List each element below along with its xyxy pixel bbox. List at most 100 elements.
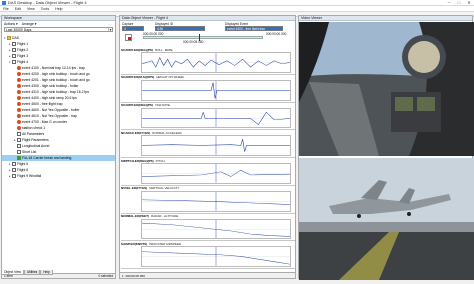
tree-item-label: All Parameters xyxy=(22,132,45,136)
chevron-down-icon[interactable]: ▾ xyxy=(108,28,112,32)
tree-item[interactable]: ▸ Flight 9 Windfall xyxy=(2,173,115,179)
cockpit-image xyxy=(299,22,474,156)
plot-row: NCARAC.EO(FT.S/S) NORMAL ACCELERA xyxy=(121,130,295,158)
tree-item-label: F/A-18 Carrier break and landing xyxy=(22,156,72,160)
video-viewer: Video Viewer xyxy=(298,15,474,280)
tree-item-label: Flight 3 xyxy=(17,54,29,58)
menu-tools[interactable]: Tools xyxy=(38,7,52,11)
event-icon xyxy=(17,102,21,106)
doc-icon xyxy=(17,138,21,142)
parameter-description: NORMAL ACCELERA xyxy=(152,130,182,135)
event-icon xyxy=(17,72,21,76)
plot-stack: SCARRY.EO(DEG)(PS) ROLL RATE SCARRY.EO(M-S)… xyxy=(121,47,295,269)
event-icon xyxy=(17,108,21,112)
tree-item-label: event 4300 - high sink buildup - bolter xyxy=(22,84,79,88)
tree-item-label: event 4600 - Not Yes Opposite - bolter xyxy=(22,108,80,112)
parameter-extra: RATE xyxy=(164,47,173,52)
menu-help[interactable]: Help xyxy=(52,7,65,11)
tree-item-label: Flight 2 xyxy=(17,48,29,52)
viewer-footer: 1 000:00:05.050 xyxy=(120,272,295,278)
date-filter-select[interactable]: Last 30000 Days ▾ xyxy=(4,27,113,32)
bottom-tabs: Object View Utilities Help xyxy=(1,270,116,275)
signal-trace xyxy=(142,247,290,266)
green-icon xyxy=(17,156,21,160)
menu-file[interactable]: File xyxy=(0,7,12,11)
workspace-actions: Actions ▾ Arrange ▾ xyxy=(2,21,115,26)
tree-item-label: Flight 9 Windfall xyxy=(17,174,42,178)
zoom-level: 1 xyxy=(122,273,124,278)
workspace-panel: Workspace Actions ▾ Arrange ▾ Last 30000… xyxy=(1,15,116,279)
event-icon xyxy=(17,66,21,70)
plot-row: SCARRY.EO(DEG)(PS) YAW RATE xyxy=(121,103,295,131)
parameter-description: PITCH xyxy=(155,158,165,163)
plot-area[interactable] xyxy=(141,79,291,101)
parameter-description: INDICATED AIRSPEED xyxy=(149,241,182,246)
plot-area[interactable] xyxy=(141,163,291,184)
tree-item-label: event 4100 - Nominal trap 12-14 fps - tr… xyxy=(22,66,85,70)
tree-item-label: Flight 1 xyxy=(17,42,29,46)
carrier-deck-image xyxy=(299,158,474,280)
signal-trace xyxy=(142,136,290,155)
tree-item-label: DAS xyxy=(12,36,19,40)
folder-icon xyxy=(7,36,11,40)
parameter-description: RADAR - ALTITUDE xyxy=(151,214,179,218)
minimize-icon[interactable]: ─ xyxy=(444,0,454,5)
event-icon xyxy=(17,90,21,94)
tree-item-label: event 4500 - free flight trap xyxy=(22,102,63,106)
close-icon[interactable]: ✕ xyxy=(464,0,474,5)
capture-select[interactable]: 4 xyxy=(122,26,144,31)
parameter-name: NCARAC.EO(FT.S/S) xyxy=(121,130,151,135)
arrange-menu[interactable]: Arrange ▾ xyxy=(22,22,37,26)
plot-area[interactable] xyxy=(141,190,291,212)
event-icon xyxy=(17,84,21,88)
time-current: 000:00:05.050 xyxy=(183,40,204,44)
tree-item-label: stallion check 1 xyxy=(22,126,46,130)
plot-area[interactable] xyxy=(141,218,291,240)
tree-item-label: Longitudinal Accel xyxy=(22,144,50,148)
plot-area[interactable] xyxy=(141,107,291,129)
plot-area[interactable] xyxy=(141,135,291,156)
parameter-description: HEIGHT ON WHEEL xyxy=(156,75,185,80)
event-icon xyxy=(17,120,21,124)
signal-trace xyxy=(142,108,290,128)
parameter-description: ROLL xyxy=(154,47,163,52)
tab-help[interactable]: Help xyxy=(40,270,53,275)
plot-area[interactable] xyxy=(141,52,291,73)
tree-item-label: Flight Parameters xyxy=(22,138,49,142)
doc-icon xyxy=(17,150,21,154)
actions-menu[interactable]: Actions ▾ xyxy=(4,22,18,26)
plot-area[interactable] xyxy=(141,246,291,267)
tab-object-view[interactable]: Object View xyxy=(1,270,24,275)
doc-icon xyxy=(12,60,16,64)
menu-view[interactable]: View xyxy=(24,7,38,11)
maximize-icon[interactable]: □ xyxy=(454,0,464,5)
viewer-title: Data Object Viewer - Flight 4 xyxy=(120,16,295,21)
doc-icon xyxy=(12,48,16,52)
time-end: 000:00:00.000 xyxy=(266,32,287,36)
parameter-name: NVVEL.EO(FT.S/S) xyxy=(121,186,148,191)
window-title: DAS Desktop - Data Object Viewer - Fligh… xyxy=(8,0,87,5)
displayed-id-select[interactable]: 4.50 xyxy=(155,26,205,31)
plot-row: SCARRY.EO(M-S)(OPS) HEIGHT ON WHEEL xyxy=(121,75,295,103)
parameter-description: VERTICAL VELOCITY xyxy=(149,186,180,191)
cockpit-video-frame xyxy=(299,22,474,156)
displayed-event-select[interactable]: event 4500 - free flight trap xyxy=(225,26,283,31)
menu-edit[interactable]: Edit xyxy=(12,7,24,11)
parameter-name: SCARRY.EO(M-S)(OPS) xyxy=(121,75,155,80)
tab-utilities[interactable]: Utilities xyxy=(23,270,41,275)
doc-icon xyxy=(17,144,21,148)
record-button[interactable] xyxy=(125,34,132,41)
signal-trace xyxy=(142,219,290,239)
tree-item-label: event 4700 - Max G on center xyxy=(22,120,67,124)
time-slider[interactable] xyxy=(143,36,263,39)
parameter-name: SCARRY.EO(DEG)(PS) xyxy=(121,47,153,52)
doc-icon xyxy=(12,168,16,172)
carrier-video-frame xyxy=(299,158,474,280)
event-icon xyxy=(17,114,21,118)
tree-item-label: event 4310 - high sink buildup - trap 16… xyxy=(22,90,89,94)
parameter-name: NORMAL.EO(FEET) xyxy=(121,214,149,218)
data-object-viewer: Data Object Viewer - Flight 4 Capture 4 … xyxy=(119,15,296,279)
viewer-controls: Capture 4 Displayed ID 4.50 Displayed Ev… xyxy=(121,22,295,44)
tree-item-label: Flight 4 xyxy=(17,60,29,64)
plot-row: SAISP.EO(KNOTS) INDICATED AIRSPEED xyxy=(121,241,295,269)
